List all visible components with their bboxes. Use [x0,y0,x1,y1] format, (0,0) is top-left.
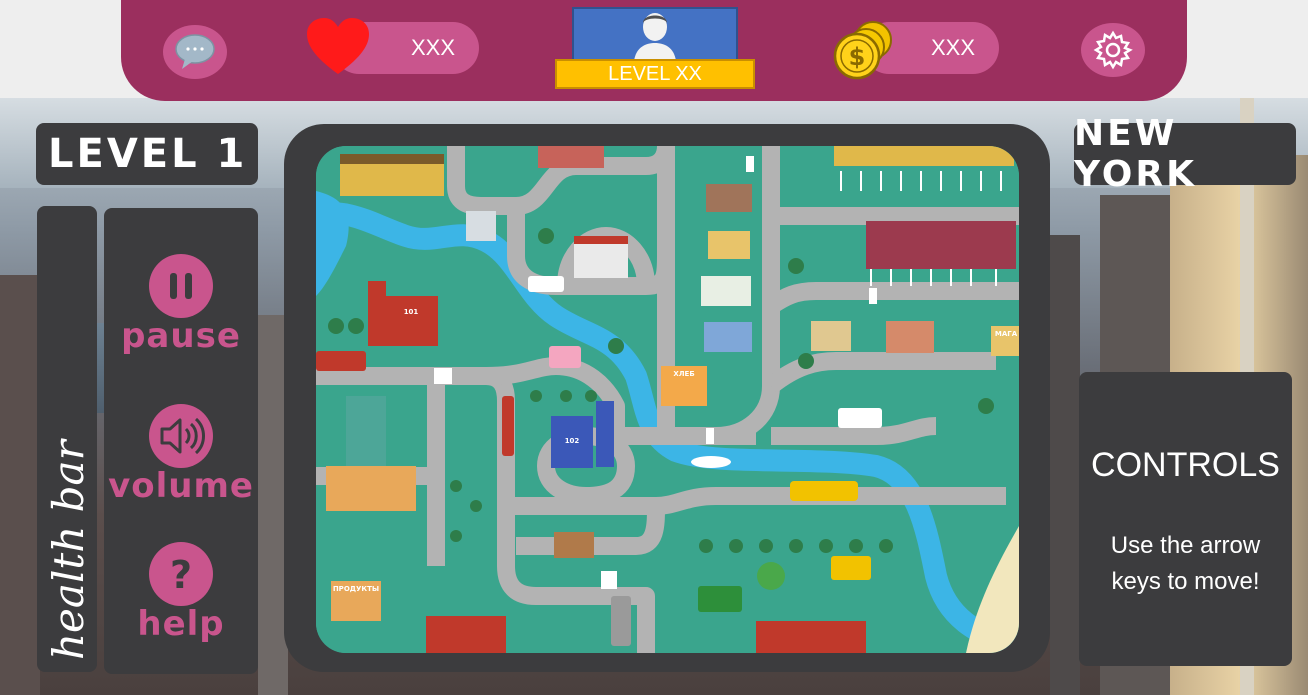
question-mark-icon: ? [170,553,192,596]
shop-sign: МАГА [995,330,1018,338]
heart-icon [307,18,369,74]
city-name-label: NEW YORK [1074,113,1296,195]
controls-instructions: Use the arrow keys to move! [1110,532,1261,595]
top-hud-bar: XXX LEVEL XX XXX $ [121,0,1187,101]
city-map-graphic: ХЛЕБ ПРОДУКТЫ МАГА 101 102 [316,146,1019,653]
fire-station-number: 101 [404,308,419,316]
bakery-sign: ХЛЕБ [673,370,694,378]
volume-label: volume [108,466,254,506]
level-label: LEVEL 1 [36,123,258,185]
volume-button[interactable]: volume [104,404,258,506]
chat-button[interactable] [163,25,227,79]
help-button[interactable]: ? help [104,542,258,644]
game-menu-panel: pause volume ? help [104,208,258,674]
lives-value: XXX [410,35,455,60]
police-station-number: 102 [565,437,580,445]
city-map[interactable]: ХЛЕБ ПРОДУКТЫ МАГА 101 102 [316,146,1019,653]
speaker-icon [160,417,205,455]
player-avatar-frame[interactable] [572,7,738,63]
pause-button[interactable]: pause [104,254,258,356]
coins-icon: $ [833,21,892,80]
controls-panel: CONTROLS Use the arrow keys to move! [1079,372,1292,666]
coins-value: XXX [930,35,975,60]
player-level-badge: LEVEL XX [555,59,755,89]
pause-label: pause [121,316,241,356]
pause-icon [170,273,192,299]
grocery-sign: ПРОДУКТЫ [333,585,379,593]
settings-button[interactable] [1081,23,1145,77]
controls-title: CONTROLS [1091,446,1280,484]
chat-bubble-icon [175,34,215,69]
health-bar-label: health bar [44,440,93,660]
help-label: help [137,604,225,644]
avatar-icon [634,13,676,61]
svg-text:$: $ [849,43,866,71]
svg-text:?: ? [170,553,192,596]
gear-icon [1093,30,1133,70]
